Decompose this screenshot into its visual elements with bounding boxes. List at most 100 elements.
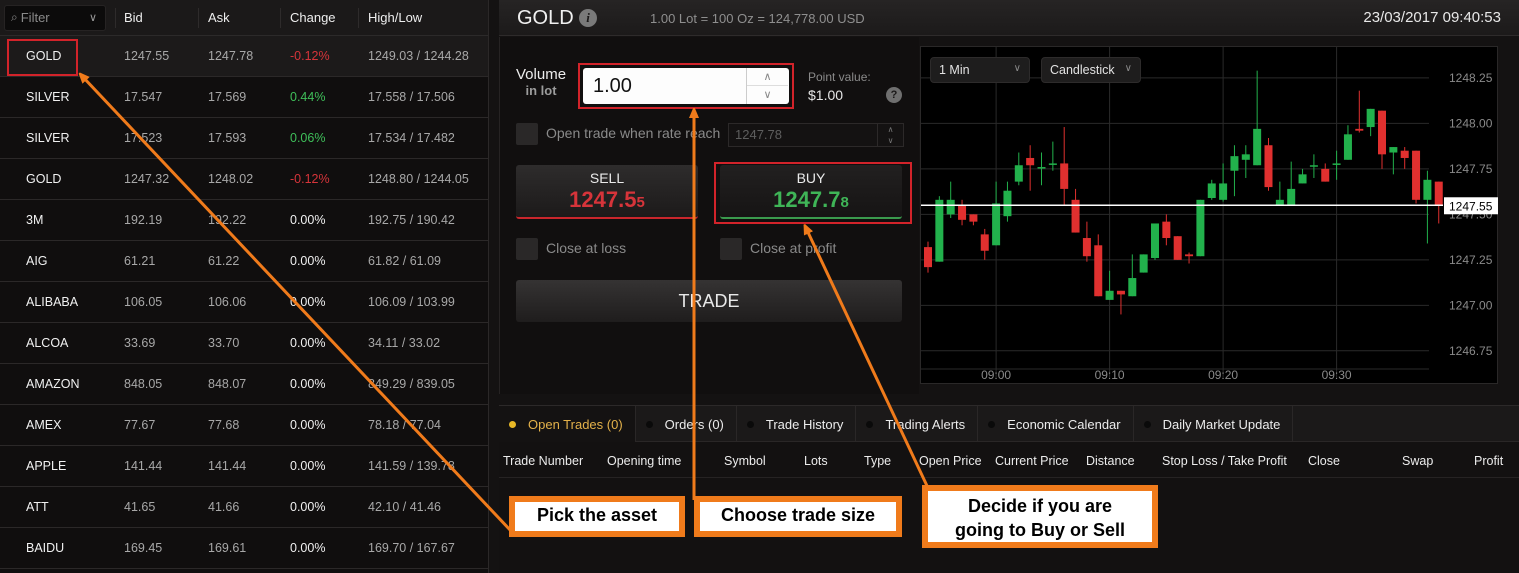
instrument-header: GOLD i 1.00 Lot = 100 Oz = 124,778.00 US…	[499, 0, 1519, 36]
asset-high-low: 106.09 / 103.99	[368, 295, 455, 309]
column-header[interactable]: Lots	[804, 454, 828, 468]
chevron-down-icon[interactable]: ∨	[878, 135, 903, 146]
column-header[interactable]: Close	[1308, 454, 1340, 468]
asset-name: ATT	[26, 500, 49, 514]
tab-open-trades[interactable]: Open Trades (0)	[499, 406, 636, 442]
tab-daily-market-update[interactable]: Daily Market Update	[1134, 406, 1294, 442]
candle-body	[935, 199, 944, 262]
trades-panel: Open Trades (0) Orders (0) Trade History Tr…	[499, 405, 1519, 573]
trade-button[interactable]: TRADE	[516, 280, 902, 322]
candle-body	[1378, 110, 1386, 155]
asset-row[interactable]: 3M 192.19 192.22 0.00% 192.75 / 190.42	[0, 200, 488, 241]
candle-body	[992, 203, 1001, 246]
column-header-change[interactable]: Change	[290, 10, 336, 25]
info-icon[interactable]: i	[579, 9, 597, 27]
status-dot-icon	[509, 420, 516, 428]
candle-body	[1253, 128, 1262, 166]
asset-bid: 141.44	[124, 459, 163, 473]
filter-dropdown[interactable]: ⌕ Filter ∨	[4, 4, 106, 31]
asset-name: APPLE	[26, 459, 67, 473]
y-tick-label: 1247.75	[1449, 162, 1493, 176]
candle-body	[1219, 183, 1228, 200]
column-header[interactable]: Stop Loss / Take Profit	[1162, 454, 1287, 468]
help-icon[interactable]: ?	[886, 87, 902, 103]
candle-body	[1060, 163, 1069, 189]
chevron-up-icon[interactable]: ∧	[747, 68, 788, 86]
column-header[interactable]: Profit	[1474, 454, 1503, 468]
price-chart[interactable]: 1248.25 1248.00 1247.75 1247.50 1247.25 1247.…	[920, 46, 1498, 384]
y-tick-label: 1247.25	[1449, 253, 1493, 267]
column-header-high-low[interactable]: High/Low	[368, 10, 422, 25]
tab-label: Economic Calendar	[1007, 416, 1121, 432]
chevron-up-icon[interactable]: ∧	[878, 124, 903, 135]
column-header[interactable]: Symbol	[724, 454, 766, 468]
asset-high-low: 1248.80 / 1244.05	[368, 172, 469, 186]
status-dot-icon	[866, 420, 874, 428]
interval-dropdown[interactable]: 1 Min ∨	[930, 57, 1030, 83]
asset-ask: 77.68	[208, 418, 240, 432]
asset-row[interactable]: GOLD 1247.55 1247.78 -0.12% 1249.03 / 1244.2…	[0, 36, 488, 77]
tab-economic-calendar[interactable]: Economic Calendar	[978, 406, 1134, 442]
y-tick-label: 1247.00	[1449, 298, 1493, 312]
candle-body	[1343, 134, 1352, 160]
column-header[interactable]: Trade Number	[503, 454, 583, 468]
asset-ask: 1247.78	[208, 49, 254, 63]
asset-row[interactable]: APPLE 141.44 141.44 0.00% 141.59 / 139.78	[0, 446, 488, 487]
lot-info: 1.00 Lot = 100 Oz = 124,778.00 USD	[650, 11, 865, 26]
filter-label: Filter	[20, 10, 50, 25]
candle-body	[1389, 147, 1398, 153]
candle-body	[1196, 199, 1205, 257]
asset-row[interactable]: GOLD 1247.32 1248.02 -0.12% 1248.80 / 1244.0…	[0, 159, 488, 200]
asset-high-low: 42.10 / 41.46	[368, 500, 441, 514]
close-at-profit-label: Close at profit	[750, 240, 837, 256]
rate-input[interactable]: 1247.78 ∧ ∨	[728, 123, 904, 147]
candle-body	[1037, 167, 1046, 169]
column-header-ask[interactable]: Ask	[208, 10, 230, 25]
close-at-profit-checkbox[interactable]	[720, 238, 742, 260]
candle-body	[1026, 157, 1035, 166]
asset-row[interactable]: ATT 41.65 41.66 0.00% 42.10 / 41.46	[0, 487, 488, 528]
asset-row[interactable]: AMAZON 848.05 848.07 0.00% 849.29 / 839.05	[0, 364, 488, 405]
asset-change: 0.00%	[290, 500, 326, 514]
tab-orders[interactable]: Orders (0)	[636, 406, 737, 442]
asset-high-low: 17.558 / 17.506	[368, 90, 455, 104]
chart-type-dropdown[interactable]: Candlestick ∨	[1041, 57, 1141, 83]
column-header[interactable]: Distance	[1086, 454, 1135, 468]
buy-price-pip: 8	[840, 194, 849, 211]
status-dot-icon	[988, 420, 996, 428]
asset-name: AIG	[26, 254, 48, 268]
asset-row[interactable]: AIG 61.21 61.22 0.00% 61.82 / 61.09	[0, 241, 488, 282]
tab-trading-alerts[interactable]: Trading Alerts	[856, 406, 979, 442]
column-header-bid[interactable]: Bid	[124, 10, 143, 25]
asset-row[interactable]: AMEX 77.67 77.68 0.00% 78.18 / 77.04	[0, 405, 488, 446]
column-header[interactable]: Open Price	[919, 454, 982, 468]
asset-high-low: 192.75 / 190.42	[368, 213, 455, 227]
asset-change: 0.06%	[290, 131, 326, 145]
asset-row[interactable]: SILVER 17.523 17.593 0.06% 17.534 / 17.482	[0, 118, 488, 159]
buy-price-main: 1247.7	[773, 187, 841, 212]
y-tick-label: 1246.75	[1449, 344, 1493, 358]
buy-button[interactable]: BUY 1247.78	[720, 165, 902, 219]
open-trades-table-header: Trade Number Opening time Symbol Lots Type Op…	[499, 442, 1519, 478]
sell-button[interactable]: SELL 1247.55	[516, 165, 698, 219]
asset-bid: 1247.55	[124, 49, 170, 63]
tab-trade-history[interactable]: Trade History	[737, 406, 857, 442]
column-header[interactable]: Swap	[1402, 454, 1433, 468]
asset-row[interactable]: ALIBABA 106.05 106.06 0.00% 106.09 / 103.99	[0, 282, 488, 323]
open-when-rate-checkbox[interactable]	[516, 123, 538, 145]
column-header[interactable]: Current Price	[995, 454, 1069, 468]
asset-change: -0.12%	[290, 172, 330, 186]
rate-value: 1247.78	[735, 127, 782, 142]
asset-row[interactable]: BAIDU 169.45 169.61 0.00% 169.70 / 167.67	[0, 528, 488, 569]
chevron-down-icon[interactable]: ∨	[747, 86, 788, 104]
candle-body	[1162, 221, 1171, 239]
asset-title: GOLD	[517, 7, 574, 29]
asset-row[interactable]: ALCOA 33.69 33.70 0.00% 34.11 / 33.02	[0, 323, 488, 364]
close-at-loss-checkbox[interactable]	[516, 238, 538, 260]
candle-body	[1287, 188, 1296, 206]
asset-bid: 17.523	[124, 131, 163, 145]
asset-row[interactable]: SILVER 17.547 17.569 0.44% 17.558 / 17.506	[0, 77, 488, 118]
volume-highlight: ∧ ∨	[578, 63, 794, 109]
column-header[interactable]: Type	[864, 454, 891, 468]
column-header[interactable]: Opening time	[607, 454, 681, 468]
